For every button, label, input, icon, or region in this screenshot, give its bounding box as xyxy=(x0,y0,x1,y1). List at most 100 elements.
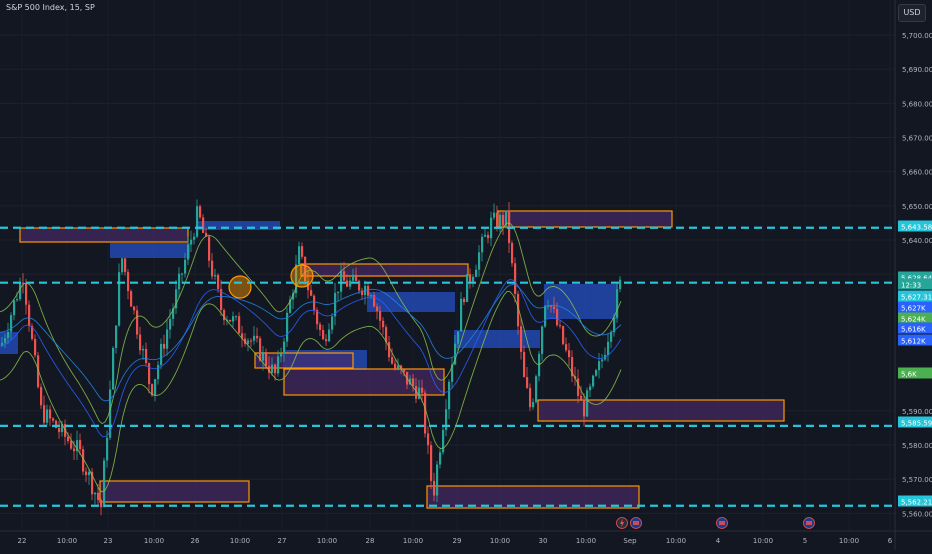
x-tick-label: 10:00 xyxy=(230,537,250,545)
support-zone xyxy=(110,243,190,258)
candle-body xyxy=(544,305,547,327)
candle-body xyxy=(214,275,217,277)
candle-body xyxy=(598,361,601,371)
candle xyxy=(244,333,247,347)
candle xyxy=(172,303,175,327)
us-flag-icon xyxy=(630,517,642,529)
candle xyxy=(130,289,133,307)
candle xyxy=(490,211,493,247)
price-label-text: 5,616K xyxy=(901,326,926,334)
candle-body xyxy=(523,351,526,378)
candle-body xyxy=(592,375,595,387)
candle xyxy=(571,350,574,383)
candle xyxy=(220,279,223,316)
candle xyxy=(40,383,43,409)
candle-body xyxy=(616,289,619,318)
candle-body xyxy=(565,344,568,351)
candle-body xyxy=(79,440,82,450)
candle xyxy=(49,405,52,427)
x-tick-label: 28 xyxy=(366,537,375,545)
price-label-text: 5,627.31 xyxy=(901,294,932,302)
candle-body xyxy=(394,363,397,369)
candle xyxy=(385,324,388,351)
price-label: 5,643.58 xyxy=(898,220,932,232)
candle-body xyxy=(187,244,190,260)
candle-body xyxy=(412,378,415,387)
candle-body xyxy=(70,440,73,449)
candle-body xyxy=(193,236,196,240)
y-tick-label: 5,560.00 xyxy=(902,510,932,518)
candle-body xyxy=(16,299,19,301)
us-flag-icon xyxy=(716,517,728,529)
candle xyxy=(43,395,46,426)
chart-title: S&P 500 Index, 15, SP xyxy=(6,3,95,12)
candle xyxy=(589,383,592,398)
candle xyxy=(334,283,337,326)
candle-body xyxy=(520,326,523,352)
candle xyxy=(517,290,520,335)
y-tick-label: 5,660.00 xyxy=(902,169,932,177)
candle xyxy=(607,333,610,362)
candle-body xyxy=(352,274,355,281)
candle-body xyxy=(499,214,502,229)
x-tick-label: 30 xyxy=(539,537,548,545)
x-tick-label: 10:00 xyxy=(57,537,77,545)
currency-button[interactable]: USD xyxy=(898,4,926,22)
candle xyxy=(136,305,139,339)
price-chart[interactable]: 5,700.00 5,690.00 5,680.00 5,670.00 5,660.00… xyxy=(0,0,932,550)
candle-body xyxy=(619,279,622,290)
x-tick-label: 10:00 xyxy=(753,537,773,545)
candle-body xyxy=(577,378,580,396)
candle-body xyxy=(580,395,583,400)
candle-body xyxy=(448,381,451,410)
candle-body xyxy=(442,429,445,453)
candle-body xyxy=(100,499,103,508)
candle xyxy=(28,300,31,332)
candle-body xyxy=(52,418,55,421)
candle xyxy=(382,317,385,335)
candle xyxy=(142,345,145,360)
candle-body xyxy=(514,263,517,294)
candle xyxy=(241,325,244,348)
candle-body xyxy=(469,274,472,283)
candle xyxy=(202,214,205,234)
candle-body xyxy=(439,452,442,465)
candle-body xyxy=(142,348,145,351)
candle xyxy=(475,264,478,278)
candle xyxy=(520,317,523,360)
candle xyxy=(598,352,601,379)
candle xyxy=(562,325,565,346)
candle xyxy=(31,323,34,341)
candle xyxy=(328,323,331,343)
candle xyxy=(445,399,448,437)
x-tick-label: 10:00 xyxy=(144,537,164,545)
candle-body xyxy=(433,480,436,496)
chart-area[interactable]: 5,700.00 5,690.00 5,680.00 5,670.00 5,660.00… xyxy=(0,0,932,550)
candle-body xyxy=(94,492,97,495)
candle-body xyxy=(490,217,493,239)
candle xyxy=(427,426,430,455)
x-tick-label: 26 xyxy=(191,537,200,545)
price-label: 12:33 xyxy=(898,278,932,290)
candle-body xyxy=(184,259,187,274)
candle-body xyxy=(208,236,211,261)
x-tick-label: 23 xyxy=(104,537,113,545)
candle xyxy=(124,257,127,276)
candle xyxy=(361,287,364,301)
candle xyxy=(586,387,589,418)
y-tick-label: 5,590.00 xyxy=(902,408,932,416)
candle-body xyxy=(463,298,466,302)
supply-demand-box xyxy=(254,352,354,369)
candle-body xyxy=(115,325,118,349)
candle xyxy=(535,374,538,404)
candle-body xyxy=(259,338,262,361)
price-label: 5,627.31 xyxy=(898,290,932,302)
candle-body xyxy=(589,386,592,391)
candle-body xyxy=(556,309,559,326)
candle xyxy=(331,313,334,335)
candle-body xyxy=(583,399,586,417)
candle-body xyxy=(601,359,604,362)
candle xyxy=(463,296,466,306)
candle xyxy=(592,374,595,389)
candle xyxy=(298,241,301,266)
